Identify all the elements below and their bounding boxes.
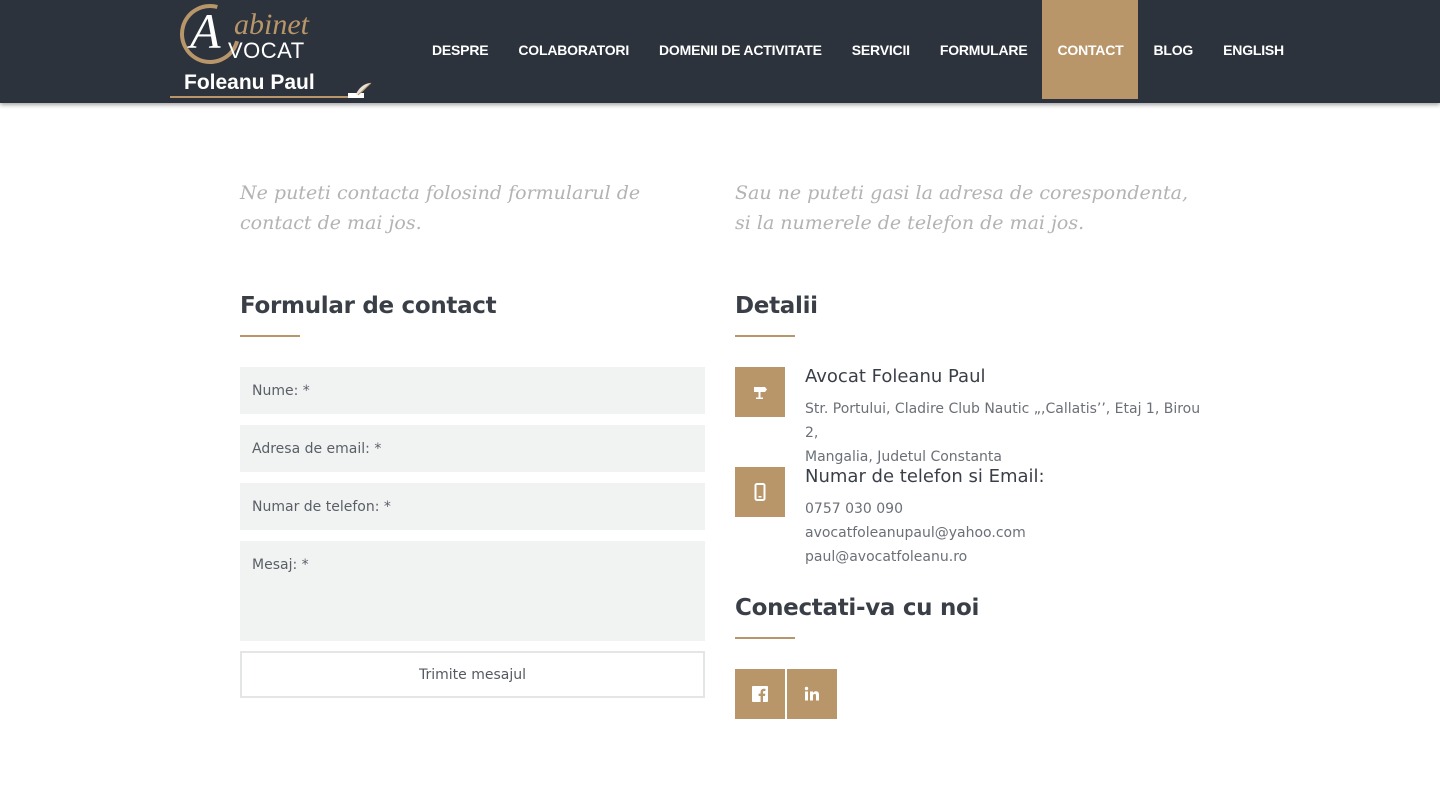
main-nav: DESPRE COLABORATORI DOMENII DE ACTIVITAT… — [417, 0, 1299, 99]
nav-formulare[interactable]: FORMULARE — [925, 0, 1043, 99]
nav-servicii[interactable]: SERVICII — [837, 0, 925, 99]
details-title: Detalii — [735, 293, 818, 319]
name-input[interactable] — [240, 367, 705, 414]
email-input[interactable] — [240, 425, 705, 472]
site-header: A abinet VOCAT Foleanu Paul DESPRE COLAB… — [0, 0, 1440, 103]
nav-blog[interactable]: BLOG — [1138, 0, 1208, 99]
social-title: Conectati-va cu noi — [735, 595, 980, 621]
linkedin-button[interactable] — [787, 669, 837, 719]
nav-contact[interactable]: CONTACT — [1042, 0, 1139, 99]
message-textarea[interactable] — [240, 541, 705, 641]
site-logo[interactable]: A abinet VOCAT Foleanu Paul — [168, 0, 378, 103]
nav-english[interactable]: ENGLISH — [1208, 0, 1299, 99]
email-link-yahoo[interactable]: avocatfoleanupaul@yahoo.com — [805, 521, 1205, 545]
logo-cabinet-text: abinet — [234, 8, 309, 41]
mobile-phone-icon — [735, 467, 785, 517]
quill-icon — [348, 82, 372, 98]
social-title-rule — [735, 637, 795, 639]
logo-underline — [170, 96, 355, 98]
nav-colaboratori[interactable]: COLABORATORI — [503, 0, 644, 99]
phone-input[interactable] — [240, 483, 705, 530]
address-text: Str. Portului, Cladire Club Nautic „,Cal… — [805, 397, 1205, 469]
facebook-icon — [752, 686, 768, 702]
address-title: Avocat Foleanu Paul — [805, 366, 986, 387]
signpost-icon — [735, 367, 785, 417]
linkedin-icon — [804, 686, 819, 701]
details-title-rule — [735, 335, 795, 337]
contact-title: Numar de telefon si Email: — [805, 466, 1045, 487]
intro-address-text: Sau ne puteti gasi la adresa de corespon… — [735, 182, 1188, 234]
intro-form-text: Ne puteti contacta folosind formularul d… — [240, 182, 641, 234]
phone-number: 0757 030 090 — [805, 501, 903, 517]
submit-button[interactable]: Trimite mesajul — [240, 651, 705, 698]
address-line-1: Str. Portului, Cladire Club Nautic „,Cal… — [805, 401, 1201, 441]
email-link-domain[interactable]: paul@avocatfoleanu.ro — [805, 545, 1205, 569]
form-title: Formular de contact — [240, 293, 497, 319]
logo-letter-a: A — [190, 3, 221, 59]
logo-name-text: Foleanu Paul — [184, 71, 315, 94]
nav-despre[interactable]: DESPRE — [417, 0, 503, 99]
facebook-button[interactable] — [735, 669, 785, 719]
logo-avocat-text: VOCAT — [228, 38, 305, 63]
contact-text: 0757 030 090 avocatfoleanupaul@yahoo.com… — [805, 497, 1205, 569]
nav-domenii-de-activitate[interactable]: DOMENII DE ACTIVITATE — [644, 0, 837, 99]
form-title-rule — [240, 335, 300, 337]
